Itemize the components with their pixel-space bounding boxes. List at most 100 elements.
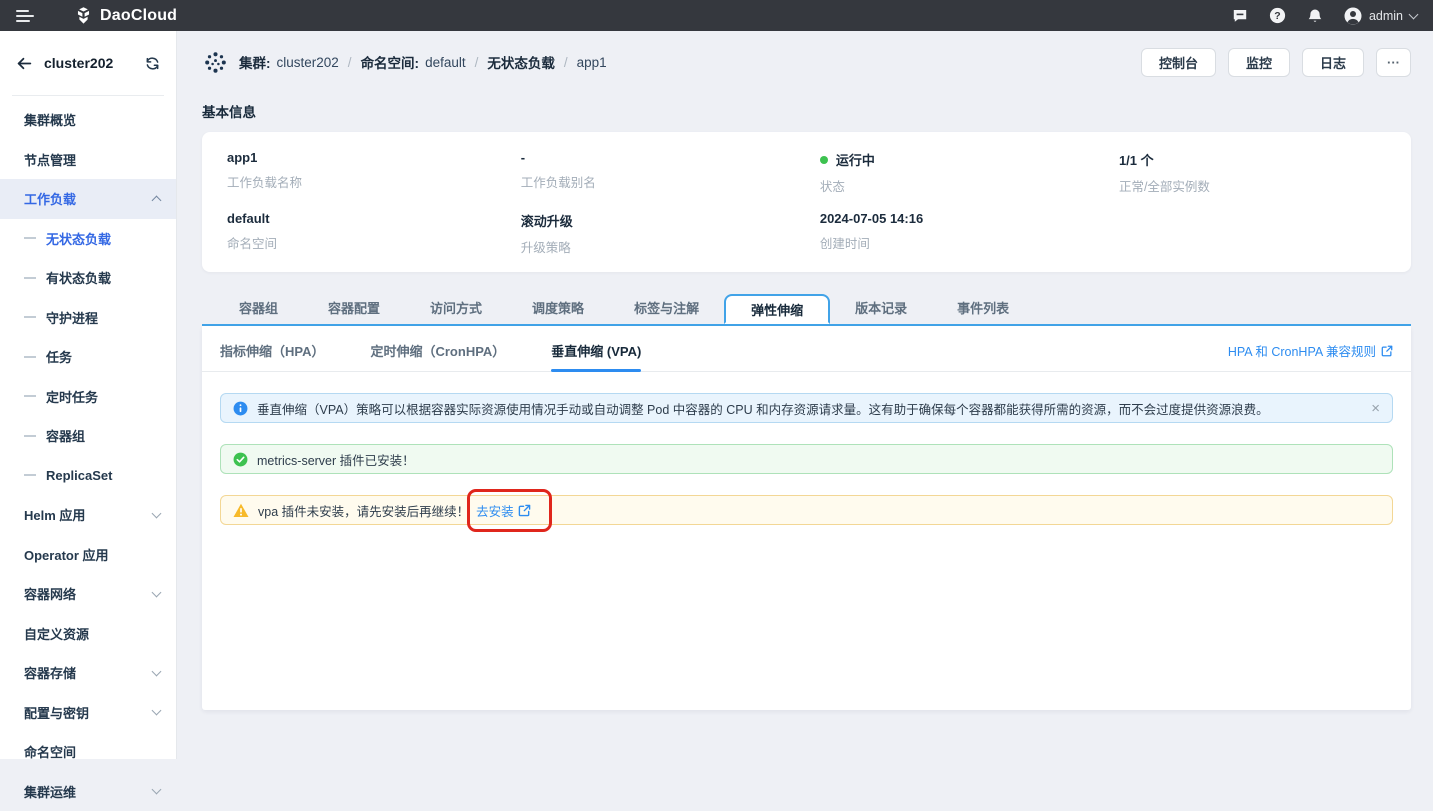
- field-upgrade-strategy: 滚动升级 升级策略: [521, 211, 820, 256]
- external-link-icon: [1381, 345, 1393, 357]
- basic-info-card: app1 工作负载名称 - 工作负载别名 运行中 状态 1/1 个 正常/全部实…: [202, 132, 1411, 272]
- chevron-up-icon: [152, 195, 162, 205]
- tab-scheduling-policy[interactable]: 调度策略: [507, 294, 609, 324]
- autoscaling-subtabs: 指标伸缩（HPA） 定时伸缩（CronHPA） 垂直伸缩 (VPA) HPA 和…: [202, 326, 1411, 372]
- field-instances: 1/1 个 正常/全部实例数: [1119, 150, 1386, 195]
- info-icon: [233, 401, 248, 416]
- daocloud-logo-icon: [74, 6, 93, 25]
- dash-icon: [24, 356, 36, 358]
- breadcrumb-namespace-value[interactable]: default: [425, 55, 466, 70]
- subtab-hpa[interactable]: 指标伸缩（HPA）: [220, 341, 324, 371]
- dash-icon: [24, 395, 36, 397]
- user-menu[interactable]: admin: [1344, 7, 1417, 25]
- dash-icon: [24, 474, 36, 476]
- status-badge: 运行中: [836, 150, 875, 169]
- dash-icon: [24, 277, 36, 279]
- tab-events[interactable]: 事件列表: [932, 294, 1034, 324]
- vpa-info-text: 垂直伸缩（VPA）策略可以根据容器实际资源使用情况手动或自动调整 Pod 中容器…: [257, 399, 1269, 418]
- metrics-server-text: metrics-server 插件已安装！: [257, 450, 415, 469]
- sidebar-item-node-management[interactable]: 节点管理: [0, 140, 176, 180]
- status-dot: [820, 156, 828, 164]
- sidebar-item-jobs[interactable]: 任务: [0, 337, 176, 377]
- sidebar-item-cluster-overview[interactable]: 集群概览: [0, 100, 176, 140]
- close-icon[interactable]: ×: [1371, 401, 1380, 416]
- chevron-down-icon: [152, 587, 162, 597]
- logo-text: DaoCloud: [100, 7, 177, 25]
- sidebar-item-namespaces[interactable]: 命名空间: [0, 732, 176, 772]
- external-link-icon: [518, 504, 531, 517]
- tab-autoscaling[interactable]: 弹性伸缩: [724, 294, 830, 324]
- dash-icon: [24, 237, 36, 239]
- sidebar-item-custom-resources[interactable]: 自定义资源: [0, 614, 176, 654]
- monitor-button[interactable]: 监控: [1228, 48, 1290, 77]
- autoscaling-panel: 指标伸缩（HPA） 定时伸缩（CronHPA） 垂直伸缩 (VPA) HPA 和…: [202, 326, 1411, 710]
- field-workload-alias: - 工作负载别名: [521, 150, 820, 195]
- sidebar-cluster-name: cluster202: [44, 55, 113, 71]
- menu-icon[interactable]: [16, 10, 36, 22]
- hpa-cronhpa-compat-link[interactable]: HPA 和 CronHPA 兼容规则: [1228, 341, 1393, 371]
- sidebar-item-stateful-workloads[interactable]: 有状态负载: [0, 258, 176, 298]
- sidebar-item-stateless-workloads[interactable]: 无状态负载: [0, 219, 176, 259]
- cluster-icon: [202, 49, 229, 76]
- sidebar-item-helm-apps[interactable]: Helm 应用: [0, 495, 176, 535]
- field-workload-name: app1 工作负载名称: [227, 150, 521, 195]
- metrics-server-alert: metrics-server 插件已安装！: [220, 444, 1393, 474]
- refresh-icon[interactable]: [145, 56, 160, 71]
- sidebar: cluster202 集群概览 节点管理 工作负载 无状态负载 有状态负载 守护…: [0, 31, 177, 759]
- chevron-down-icon: [152, 508, 162, 518]
- sidebar-item-config-secrets[interactable]: 配置与密钥: [0, 693, 176, 733]
- detail-tabs: 容器组 容器配置 访问方式 调度策略 标签与注解 弹性伸缩 版本记录 事件列表: [202, 294, 1411, 326]
- field-status: 运行中 状态: [820, 150, 1119, 195]
- chevron-down-icon: [152, 666, 162, 676]
- console-button[interactable]: 控制台: [1141, 48, 1216, 77]
- sidebar-item-cluster-ops[interactable]: 集群运维: [0, 772, 176, 811]
- tab-access-mode[interactable]: 访问方式: [405, 294, 507, 324]
- subtab-vpa[interactable]: 垂直伸缩 (VPA): [551, 341, 641, 371]
- breadcrumb-workload-name: app1: [577, 55, 607, 70]
- sidebar-item-cronjobs[interactable]: 定时任务: [0, 377, 176, 417]
- vpa-info-alert: 垂直伸缩（VPA）策略可以根据容器实际资源使用情况手动或自动调整 Pod 中容器…: [220, 393, 1393, 423]
- breadcrumb-workload-type[interactable]: 无状态负载: [487, 52, 555, 72]
- main-content: 集群: cluster202 / 命名空间: default / 无状态负载 /…: [178, 31, 1433, 759]
- top-bar: DaoCloud ? admin: [0, 0, 1433, 31]
- chevron-down-icon: [1409, 9, 1419, 19]
- feedback-icon[interactable]: [1232, 8, 1248, 24]
- tab-container-config[interactable]: 容器配置: [303, 294, 405, 324]
- vpa-plugin-text: vpa 插件未安装，请先安装后再继续！: [258, 501, 469, 520]
- sidebar-item-workloads[interactable]: 工作负载: [0, 179, 176, 219]
- subtab-cronhpa[interactable]: 定时伸缩（CronHPA）: [370, 341, 505, 371]
- avatar: [1344, 7, 1362, 25]
- basic-info-title: 基本信息: [202, 101, 1411, 121]
- vpa-plugin-alert: vpa 插件未安装，请先安装后再继续！ 去安装: [220, 495, 1393, 525]
- breadcrumb-cluster-label: 集群:: [239, 52, 271, 72]
- chevron-down-icon: [152, 706, 162, 716]
- sidebar-divider: [12, 95, 164, 96]
- breadcrumb-cluster-value[interactable]: cluster202: [277, 55, 339, 70]
- chevron-down-icon: [152, 785, 162, 795]
- warning-icon: [233, 503, 249, 518]
- sidebar-item-replicaset[interactable]: ReplicaSet: [0, 456, 176, 496]
- tab-labels-annotations[interactable]: 标签与注解: [609, 294, 724, 324]
- tab-version-history[interactable]: 版本记录: [830, 294, 932, 324]
- dash-icon: [24, 435, 36, 437]
- sidebar-item-container-network[interactable]: 容器网络: [0, 574, 176, 614]
- notifications-bell-icon[interactable]: [1307, 8, 1323, 24]
- daocloud-logo: DaoCloud: [74, 6, 177, 25]
- sidebar-item-daemonsets[interactable]: 守护进程: [0, 298, 176, 338]
- logs-button[interactable]: 日志: [1302, 48, 1364, 77]
- sidebar-item-container-storage[interactable]: 容器存储: [0, 653, 176, 693]
- check-circle-icon: [233, 452, 248, 467]
- breadcrumb-namespace-label: 命名空间:: [361, 52, 420, 72]
- tab-pods[interactable]: 容器组: [214, 294, 303, 324]
- field-namespace: default 命名空间: [227, 211, 521, 256]
- username: admin: [1369, 9, 1403, 23]
- sidebar-item-operator-apps[interactable]: Operator 应用: [0, 535, 176, 575]
- svg-text:?: ?: [1274, 10, 1280, 22]
- help-icon[interactable]: ?: [1269, 7, 1286, 24]
- more-actions-button[interactable]: ···: [1376, 48, 1411, 77]
- field-created-at: 2024-07-05 14:16 创建时间: [820, 211, 1119, 256]
- sidebar-item-pods[interactable]: 容器组: [0, 416, 176, 456]
- install-vpa-link[interactable]: 去安装: [476, 501, 531, 520]
- dash-icon: [24, 316, 36, 318]
- back-arrow-icon[interactable]: [16, 55, 33, 72]
